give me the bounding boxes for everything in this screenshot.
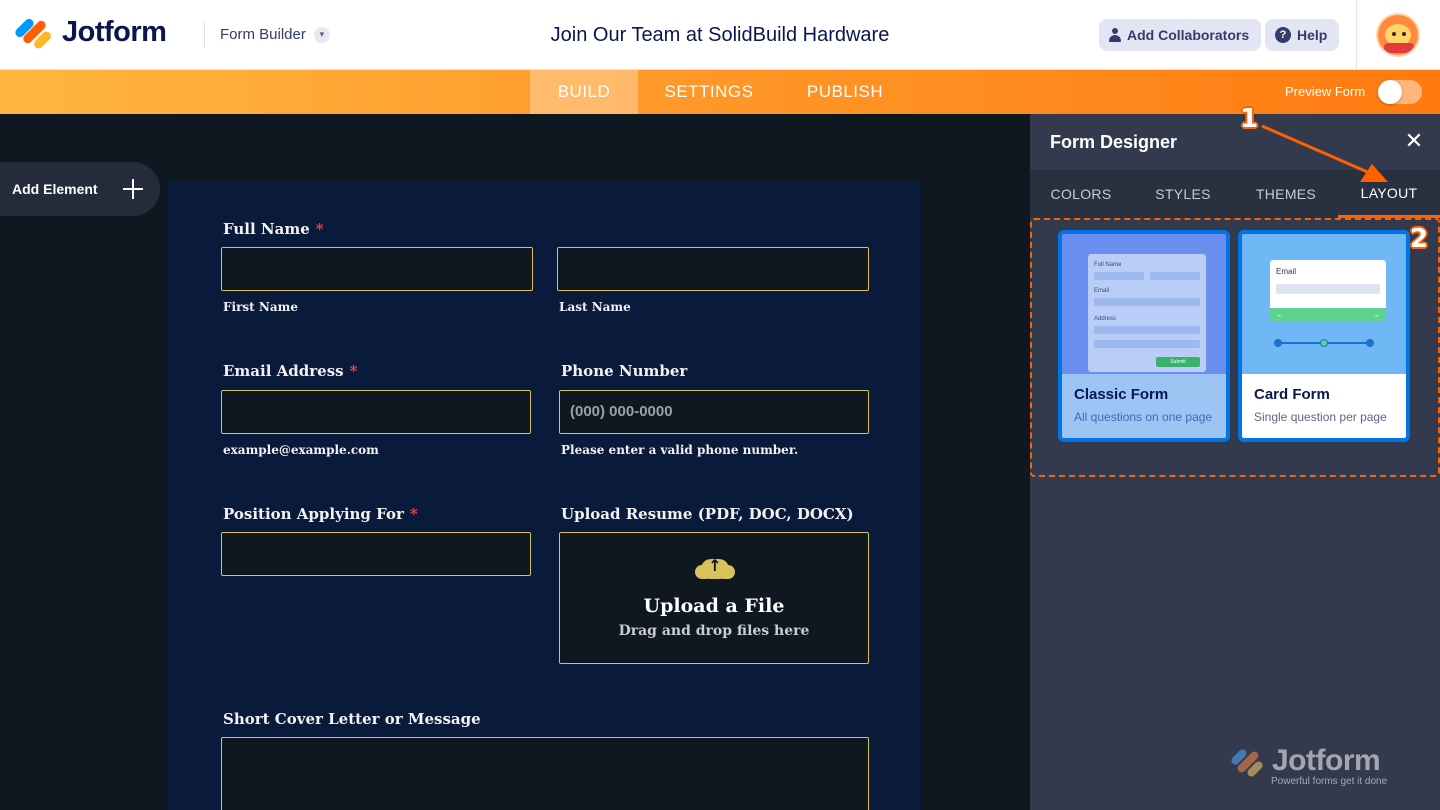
annotation-arrow	[1261, 124, 1388, 182]
jotform-watermark: Jotform Powerful forms get it done	[1229, 744, 1412, 790]
watermark-brand: Jotform	[1272, 744, 1381, 777]
jotform-watermark-icon	[1229, 746, 1266, 780]
annotation-step-1: 1	[1240, 104, 1259, 134]
annotation-step-2: 2	[1410, 224, 1429, 254]
watermark-tagline: Powerful forms get it done	[1271, 776, 1388, 787]
app-window: Jotform Form Builder ▾ Join Our Team at …	[0, 0, 1440, 810]
